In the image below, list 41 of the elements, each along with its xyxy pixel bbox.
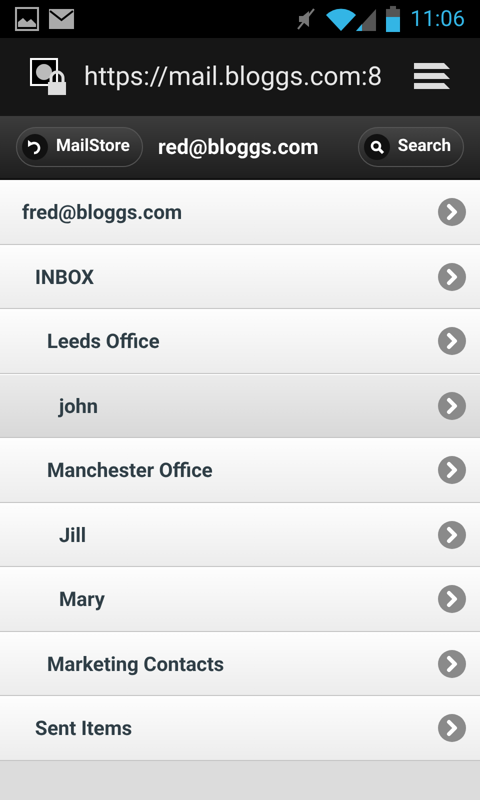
- clock: 11:06: [410, 6, 465, 34]
- folder-label: john: [59, 392, 99, 420]
- folder-label: Sent Items: [35, 715, 134, 742]
- secure-site-icon: [30, 58, 68, 96]
- folder-label: fred@bloggs.com: [22, 199, 184, 226]
- tabs-icon[interactable]: [414, 63, 450, 91]
- chevron-icon: [438, 456, 466, 484]
- header-title: red@bloggs.com: [158, 135, 319, 162]
- battery-icon: [386, 6, 400, 32]
- folder-row[interactable]: Jill: [0, 502, 480, 567]
- folder-row[interactable]: john: [0, 374, 480, 438]
- folder-label: Manchester Office: [47, 457, 214, 484]
- search-button[interactable]: Search: [358, 127, 464, 167]
- folder-row[interactable]: Marketing Contacts: [0, 632, 480, 696]
- chevron-icon: [438, 585, 466, 614]
- search-icon: [364, 134, 390, 160]
- folder-row[interactable]: Leeds Office: [0, 309, 480, 374]
- folder-row[interactable]: Manchester Office: [0, 438, 480, 502]
- chevron-icon: [438, 650, 466, 678]
- folder-row[interactable]: Sent Items: [0, 696, 480, 760]
- chevron-icon: [438, 520, 466, 549]
- folder-row[interactable]: INBOX: [0, 244, 480, 309]
- mail-icon: [49, 9, 74, 29]
- folder-label: Mary: [59, 586, 106, 614]
- picture-icon: [15, 7, 39, 31]
- back-button[interactable]: MailStore: [16, 127, 143, 167]
- folder-row[interactable]: fred@bloggs.com: [0, 180, 480, 244]
- folder-label: INBOX: [35, 264, 95, 291]
- chevron-icon: [438, 714, 466, 742]
- chevron-icon: [438, 327, 466, 356]
- mute-icon: [296, 7, 316, 31]
- signal-icon: [356, 7, 376, 31]
- wifi-icon: [326, 7, 356, 31]
- folder-label: Leeds Office: [47, 328, 161, 356]
- chevron-icon: [438, 392, 466, 420]
- chevron-icon: [438, 198, 466, 226]
- folder-label: Jill: [59, 522, 88, 549]
- chevron-icon: [438, 262, 466, 291]
- folder-label: Marketing Contacts: [47, 650, 226, 678]
- back-icon: [22, 134, 48, 160]
- folder-row[interactable]: Mary: [0, 567, 480, 632]
